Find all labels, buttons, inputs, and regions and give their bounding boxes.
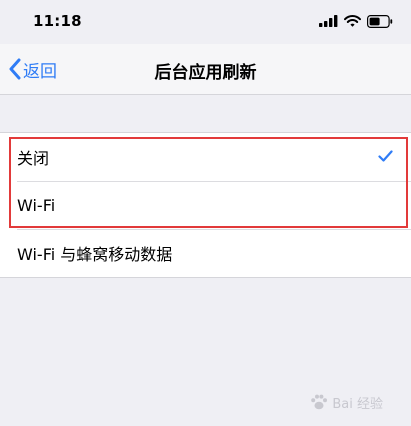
watermark: Bai 经验 [309,392,383,412]
refresh-options-list: 关闭 Wi-Fi Wi-Fi 与蜂窝移动数据 [0,132,411,278]
paw-icon [311,394,328,410]
status-bar: 11:18 [0,0,411,44]
signal-icon [319,15,338,27]
option-off[interactable]: 关闭 [0,133,411,181]
watermark-text: Bai 经验 [332,396,383,412]
checkmark-icon [378,150,393,162]
wifi-icon [344,15,361,27]
option-label: Wi-Fi 与蜂窝移动数据 [17,245,173,264]
option-label: 关闭 [17,149,50,168]
navigation-bar: 返回 后台应用刷新 [0,44,411,95]
option-wifi-and-cellular[interactable]: Wi-Fi 与蜂窝移动数据 [0,229,411,277]
battery-icon [367,14,393,28]
option-label: Wi-Fi [17,195,56,215]
status-icons [319,14,393,28]
status-time: 11:18 [33,12,82,30]
page-title: 后台应用刷新 [154,63,257,83]
option-wifi[interactable]: Wi-Fi [0,181,411,229]
